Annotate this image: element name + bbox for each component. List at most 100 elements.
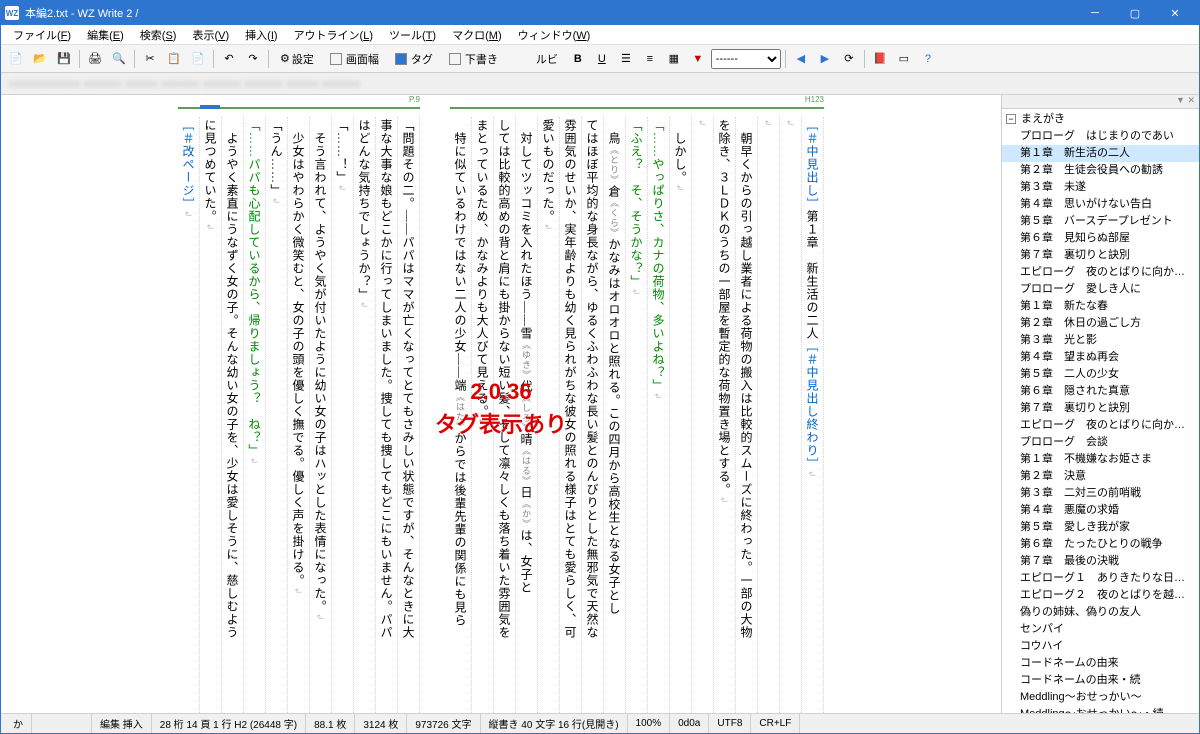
outline-item[interactable]: コードネームの由来・続 [1002,672,1199,689]
outline-item[interactable]: Meddling～おせっかい～・続 [1002,706,1199,713]
outline-item[interactable]: 第７章 最後の決戦 [1002,553,1199,570]
editor-area[interactable]: 2.0.36 タグ表示あり 「問題その二。――パパはママが亡くなってとてもさみし… [1,95,1001,713]
nav-fwd-button[interactable]: ▶ [814,48,836,70]
cut-button[interactable]: ✂ [139,48,161,70]
text-column[interactable]: 9に見つめていた。↲ [200,117,222,713]
text-column[interactable]: しかし。↲ [670,117,692,713]
status-encoding[interactable]: UTF8 [709,714,751,733]
style-select[interactable]: ------ [711,49,781,69]
menu-item[interactable]: マクロ(M) [444,25,510,45]
outline-item[interactable]: エピローグ 夜のとばりに向かって [1002,264,1199,281]
text-column[interactable]: てはほぼ平均的な身長ながら、ゆるくふわふわな長い髪とのんびりとした無邪気で天然な [582,117,604,713]
text-column[interactable]: 「……パパも心配しているから、帰りましょう？ ね？」↲ [244,117,266,713]
text-column[interactable]: 「……やっぱりさ、カナの荷物、多いよね？」↲ [648,117,670,713]
outline-item[interactable]: プロローグ 会談 [1002,434,1199,451]
menu-item[interactable]: ウィンドウ(W) [510,25,599,45]
outline-item[interactable]: 第１章 新生活の二人 [1002,145,1199,162]
outline-item[interactable]: 第７章 裏切りと訣別 [1002,247,1199,264]
outline-item[interactable]: 第７章 裏切りと訣別 [1002,400,1199,417]
outline-item[interactable]: 第５章 愛しき我が家 [1002,519,1199,536]
text-column[interactable]: 10［＃改ページ］↲ [178,117,200,713]
outline-item[interactable]: プロローグ 愛しき人に [1002,281,1199,298]
menu-item[interactable]: ファイル(F) [5,25,79,45]
table-button[interactable]: ▦ [663,48,685,70]
text-column[interactable]: 朝早くからの引っ越し業者による荷物の搬入は比較的スムーズに終わった。一部の大物 [736,117,758,713]
redo-button[interactable]: ↷ [242,48,264,70]
outline-item[interactable]: エピローグ 夜のとばりに向かって [1002,417,1199,434]
bold-button[interactable]: B [567,48,589,70]
text-column[interactable]: 事な大事な娘もどこかに行ってしまいました。捜しても捜してもどこにもいません。パパ [376,117,398,713]
outline-item[interactable]: 第３章 光と影 [1002,332,1199,349]
nav-back-button[interactable]: ◀ [790,48,812,70]
text-column[interactable]: ↲ [692,117,714,713]
outline-item[interactable]: 第１章 不機嫌なお姫さま [1002,451,1199,468]
outline-item[interactable]: プロローグ はじまりのであい [1002,128,1199,145]
undo-button[interactable]: ↶ [218,48,240,70]
view-button[interactable]: ▭ [893,48,915,70]
text-column[interactable]: そう言われて、ようやく気が付いたように幼い女の子はハッとした表情になった。↲ [310,117,332,713]
outline-item[interactable]: エピローグ１ ありきたりな日常の日々 [1002,570,1199,587]
outline-item[interactable]: 第３章 未遂 [1002,179,1199,196]
width-toggle[interactable]: 画面幅 [323,48,386,70]
text-column[interactable]: ようやく素直にうなずく女の子。そんな幼い女の子を、少女は愛しそうに、慈しむよう [222,117,244,713]
outline-item[interactable]: コウハイ [1002,638,1199,655]
refresh-button[interactable]: ⟳ [838,48,860,70]
menu-item[interactable]: 検索(S) [132,25,185,45]
list-button[interactable]: ☰ [615,48,637,70]
text-column[interactable]: 5 少女はやわらかく微笑むと、女の子の頭を優しく撫でる。優しく声を掛ける。↲ [288,117,310,713]
text-column[interactable]: 「問題その二。――パパはママが亡くなってとてもさみしい状態ですが、そんなときに大 [398,117,420,713]
outline-item[interactable]: 第１章 新たな春 [1002,298,1199,315]
outline-item[interactable]: 第６章 たったひとりの戦争 [1002,536,1199,553]
preview-button[interactable]: 🔍 [108,48,130,70]
minimize-button[interactable]: ─ [1075,1,1115,25]
open-button[interactable]: 📂 [29,48,51,70]
text-column[interactable]: ［＃中見出し］第１章 新生活の二人［＃中見出し終わり］↲ [802,117,824,713]
menu-item[interactable]: 挿入(I) [237,25,285,45]
book-button[interactable]: 📕 [869,48,891,70]
paste-button[interactable]: 📄 [187,48,209,70]
help-button[interactable]: ? [917,48,939,70]
text-column[interactable]: はどんな気持ちでしょうか？」↲ [354,117,376,713]
draft-toggle[interactable]: 下書き [442,48,505,70]
outline-item[interactable]: Meddling～おせっかい～ [1002,689,1199,706]
save-button[interactable]: 💾 [53,48,75,70]
outline-item[interactable]: センパイ [1002,621,1199,638]
sidebar-dropdown-icon[interactable]: ▼ ✕ [1176,95,1195,108]
menu-item[interactable]: 表示(V) [184,25,237,45]
outline-item[interactable]: 第３章 二対三の前哨戦 [1002,485,1199,502]
text-column[interactable]: 10 鳥《とり》倉《くら》かなみはオロオロと照れる。この四月から高校生となる女子… [604,117,626,713]
numlist-button[interactable]: ≡ [639,48,661,70]
outline-item[interactable]: 第５章 二人の少女 [1002,366,1199,383]
text-column[interactable]: 「……！」↲ [332,117,354,713]
print-button[interactable]: 🖨 [84,48,106,70]
outline-item[interactable]: 第６章 隠された真意 [1002,383,1199,400]
outline-tree[interactable]: − まえがきプロローグ はじまりのであい第１章 新生活の二人第２章 生徒会役員へ… [1002,109,1199,713]
outline-item[interactable]: 第２章 生徒会役員への勧誘 [1002,162,1199,179]
outline-item[interactable]: 第４章 思いがけない告白 [1002,196,1199,213]
underline-button[interactable]: U [591,48,613,70]
ruby-button[interactable]: ルビ [529,48,565,70]
outline-item[interactable]: 第６章 見知らぬ部屋 [1002,230,1199,247]
new-button[interactable]: 📄 [5,48,27,70]
outline-item[interactable]: 第２章 決意 [1002,468,1199,485]
outline-item[interactable]: 偽りの姉妹、偽りの友人 [1002,604,1199,621]
outline-item[interactable]: エピローグ２ 夜のとばりを越えて [1002,587,1199,604]
text-column[interactable]: 「うん……」↲ [266,117,288,713]
menu-item[interactable]: 編集(E) [79,25,132,45]
outline-root[interactable]: − まえがき [1002,111,1199,128]
settings-button[interactable]: ⚙ 設定 [273,48,321,70]
outline-item[interactable]: 第４章 望まぬ再会 [1002,349,1199,366]
text-column[interactable]: ↲ [758,117,780,713]
copy-button[interactable]: 📋 [163,48,185,70]
status-zoom[interactable]: 100% [628,714,671,733]
close-button[interactable]: ✕ [1155,1,1195,25]
text-column[interactable]: 「ふえ？ そ、そうかな？」↲ [626,117,648,713]
text-column[interactable]: ↲ [780,117,802,713]
maximize-button[interactable]: ▢ [1115,1,1155,25]
status-eol[interactable]: CR+LF [751,714,800,733]
menu-item[interactable]: ツール(T) [381,25,444,45]
outline-item[interactable]: 第２章 休日の過ごし方 [1002,315,1199,332]
outline-item[interactable]: 第５章 バースデープレゼント [1002,213,1199,230]
color-button[interactable]: ▼ [687,48,709,70]
outline-item[interactable]: 第４章 悪魔の求婚 [1002,502,1199,519]
